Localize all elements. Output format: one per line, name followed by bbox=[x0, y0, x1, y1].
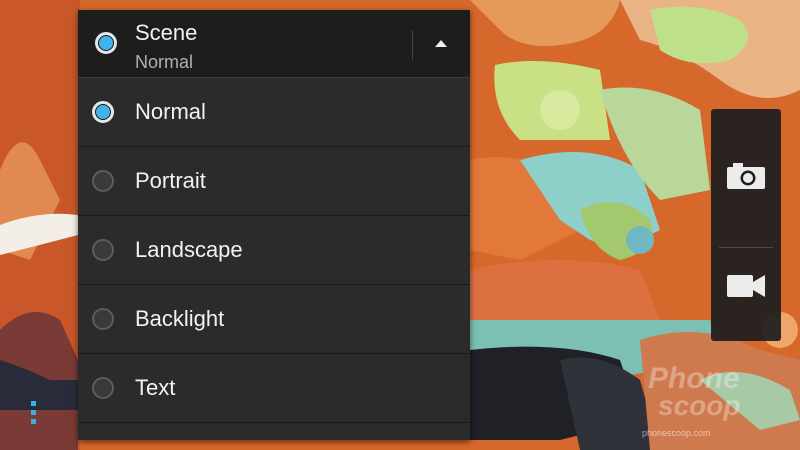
scene-option-text[interactable]: Text bbox=[78, 354, 470, 423]
scene-option-label: Backlight bbox=[135, 306, 225, 331]
scene-option-label: Text bbox=[135, 375, 176, 400]
radio-unselected-icon bbox=[92, 170, 114, 192]
capture-mode-switcher bbox=[711, 109, 781, 341]
header-divider bbox=[412, 30, 413, 60]
radio-unselected-icon bbox=[92, 377, 114, 399]
scene-option-label: Portrait bbox=[135, 168, 206, 193]
chevron-up-icon bbox=[435, 40, 447, 47]
photo-mode-button[interactable] bbox=[711, 109, 781, 224]
scene-option-landscape[interactable]: Landscape bbox=[78, 216, 470, 285]
scene-selected-indicator bbox=[95, 32, 117, 54]
scene-option-label: Landscape bbox=[135, 237, 243, 262]
scene-title: Scene bbox=[135, 20, 198, 45]
scene-current-value: Normal bbox=[135, 52, 194, 72]
video-camera-icon bbox=[727, 275, 765, 297]
camera-icon bbox=[727, 163, 765, 189]
scene-option-backlight[interactable]: Backlight bbox=[78, 285, 470, 354]
scene-option-portrait[interactable]: Portrait bbox=[78, 147, 470, 216]
scene-option-normal[interactable]: Normal bbox=[78, 78, 470, 147]
radio-unselected-icon bbox=[92, 308, 114, 330]
scene-dropdown-header[interactable]: Scene Normal bbox=[78, 10, 470, 78]
scene-dropdown: Scene Normal Normal Portrait Landscape B… bbox=[78, 10, 470, 440]
video-mode-button[interactable] bbox=[711, 226, 781, 341]
radio-selected-icon bbox=[92, 101, 114, 123]
collapse-button[interactable] bbox=[414, 10, 470, 77]
scene-option-label: Normal bbox=[135, 99, 206, 124]
menu-dots-icon[interactable] bbox=[28, 401, 38, 431]
radio-unselected-icon bbox=[92, 239, 114, 261]
